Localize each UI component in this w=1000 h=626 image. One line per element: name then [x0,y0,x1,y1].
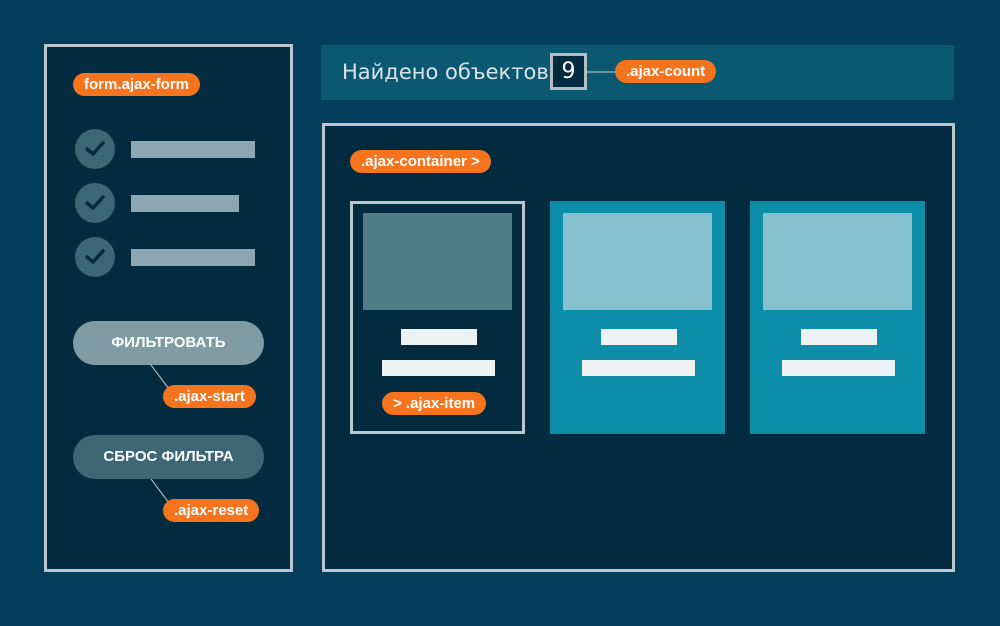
checkmark-icon[interactable] [75,237,115,277]
ajax-reset-tag: .ajax-reset [163,499,260,522]
card-text-placeholder [582,360,695,376]
card-image-placeholder [763,213,912,310]
ajax-item-card[interactable] [750,201,925,434]
filter-option-placeholder [131,249,255,266]
filter-option-placeholder [131,195,239,212]
ajax-item-card[interactable] [550,201,725,434]
filter-option-placeholder [131,141,255,158]
ajax-start-tag: .ajax-start [163,385,256,408]
checkmark-icon[interactable] [75,183,115,223]
ajax-form-panel: form.ajax-form ФИЛЬТРОВАТЬ .ajax-start С… [44,44,293,572]
results-count-value: 9 [550,53,587,90]
card-text-placeholder [782,360,895,376]
found-objects-label: Найдено объектов: [342,60,556,84]
reset-filter-button[interactable]: СБРОС ФИЛЬТРА [73,435,264,479]
card-image-placeholder [563,213,712,310]
card-text-placeholder [382,360,495,376]
ajax-container-tag: .ajax-container > [350,150,491,173]
card-title-placeholder [801,329,877,345]
card-title-placeholder [601,329,677,345]
filter-button[interactable]: ФИЛЬТРОВАТЬ [73,321,264,365]
card-image-placeholder [363,213,512,310]
results-count-bar: Найдено объектов: 9 .ajax-count [321,45,954,100]
ajax-item-card[interactable]: > .ajax-item [350,201,525,434]
form-tag: form.ajax-form [73,73,201,96]
ajax-item-tag: > .ajax-item [382,392,487,415]
ajax-container-panel: .ajax-container > > .ajax-item [322,123,955,572]
connector-line [586,71,616,73]
card-title-placeholder [401,329,477,345]
ajax-count-tag: .ajax-count [615,60,717,83]
checkmark-icon[interactable] [75,129,115,169]
